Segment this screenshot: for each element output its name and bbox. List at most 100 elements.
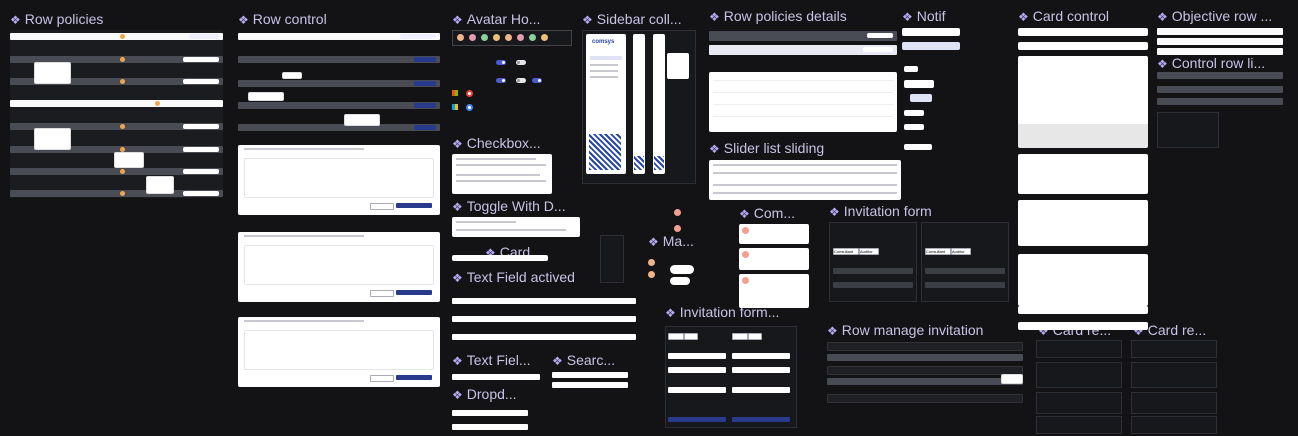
avatar[interactable] <box>493 34 500 41</box>
policy-row[interactable] <box>10 100 223 107</box>
auditor-tab[interactable] <box>684 333 698 340</box>
comment-card[interactable] <box>739 224 809 244</box>
card-re[interactable] <box>1131 416 1217 434</box>
avatar[interactable] <box>457 34 464 41</box>
search-field[interactable] <box>552 372 628 378</box>
avatar[interactable] <box>505 34 512 41</box>
email-field[interactable] <box>833 268 913 274</box>
sidebar-item[interactable] <box>590 64 618 66</box>
invitation-row[interactable] <box>827 378 1023 385</box>
invite-button[interactable] <box>668 417 726 422</box>
avatar[interactable] <box>674 209 681 216</box>
email-field[interactable] <box>732 353 790 359</box>
avatar[interactable] <box>529 34 536 41</box>
edit-button[interactable] <box>414 103 436 108</box>
description-textarea[interactable] <box>244 330 434 370</box>
slider-item[interactable] <box>713 184 897 186</box>
dropdown-option[interactable] <box>452 424 528 430</box>
edit-button[interactable] <box>414 57 436 62</box>
text-field-active[interactable] <box>452 316 636 322</box>
policy-row[interactable] <box>10 190 223 197</box>
table-row[interactable] <box>713 80 893 81</box>
avatar[interactable] <box>541 34 548 41</box>
cancel-editing-button[interactable] <box>370 375 394 382</box>
consultant-tab[interactable]: Consultant <box>833 248 859 255</box>
policy-row[interactable] <box>10 168 223 175</box>
control-card[interactable] <box>1018 108 1148 148</box>
control-card[interactable] <box>1018 28 1148 36</box>
control-row[interactable] <box>238 33 440 40</box>
details-row[interactable] <box>709 31 897 41</box>
google-icon[interactable] <box>466 90 473 97</box>
text-field[interactable] <box>452 374 540 380</box>
sidebar-item[interactable] <box>590 76 618 78</box>
control-card[interactable] <box>1018 154 1148 194</box>
avatar[interactable] <box>517 34 524 41</box>
search-field[interactable] <box>552 382 628 388</box>
control-card-expanded[interactable] <box>238 317 440 387</box>
role-field[interactable] <box>925 282 1005 288</box>
avatar[interactable] <box>469 34 476 41</box>
consultant-tab[interactable] <box>668 333 684 340</box>
control-row[interactable] <box>238 102 440 109</box>
google-icon[interactable] <box>466 104 473 111</box>
slider-item[interactable] <box>713 164 897 166</box>
description-textarea[interactable] <box>244 245 434 285</box>
avatar[interactable] <box>648 259 655 266</box>
table-row[interactable] <box>713 116 893 117</box>
toggle-switch[interactable] <box>496 60 506 65</box>
card-re[interactable] <box>1036 392 1122 414</box>
control-row-item[interactable] <box>1157 86 1283 93</box>
card-re[interactable] <box>1036 362 1122 388</box>
edit-button[interactable] <box>414 125 436 130</box>
details-row[interactable] <box>709 45 897 55</box>
control-row[interactable] <box>238 80 440 87</box>
message-field[interactable] <box>732 387 790 393</box>
slider-item[interactable] <box>713 172 897 174</box>
save-edited-button[interactable] <box>396 290 432 295</box>
invitation-row[interactable] <box>827 366 1023 375</box>
table-row[interactable] <box>713 92 893 93</box>
invite-button[interactable] <box>732 417 790 422</box>
comment-card[interactable] <box>739 248 809 270</box>
save-edited-button[interactable] <box>396 203 432 208</box>
avatar[interactable] <box>481 34 488 41</box>
auditor-tab[interactable] <box>748 333 762 340</box>
toggle-switch[interactable] <box>516 60 526 65</box>
message-field[interactable] <box>668 387 726 393</box>
control-row-item[interactable] <box>1157 72 1283 79</box>
control-row-item[interactable] <box>1157 98 1283 105</box>
notification-item[interactable] <box>902 28 960 36</box>
card-re[interactable] <box>1131 362 1217 388</box>
text-field-active[interactable] <box>452 298 636 304</box>
control-card-footer[interactable] <box>1018 306 1148 314</box>
consultant-tab[interactable]: Consultant <box>925 248 951 255</box>
microsoft-icon[interactable] <box>452 104 458 110</box>
slider-list[interactable] <box>709 160 901 200</box>
control-row[interactable] <box>238 124 440 131</box>
objective-row[interactable] <box>1157 28 1283 35</box>
add-evidence-button[interactable] <box>863 47 893 52</box>
toggle-switch[interactable] <box>516 78 526 83</box>
auditor-tab[interactable]: Auditor <box>859 248 879 255</box>
control-card-expanded[interactable] <box>238 145 440 215</box>
control-card[interactable] <box>1018 254 1148 306</box>
edit-button[interactable] <box>414 81 436 86</box>
cancel-editing-button[interactable] <box>370 290 394 297</box>
toggle-with-description[interactable] <box>452 217 580 237</box>
control-card[interactable] <box>1018 42 1148 50</box>
avatar-chip[interactable] <box>670 265 694 274</box>
card-re[interactable] <box>1036 416 1122 434</box>
description-textarea[interactable] <box>244 158 434 198</box>
slider-item[interactable] <box>713 192 897 194</box>
role-field[interactable] <box>732 367 790 373</box>
card-re[interactable] <box>1131 392 1217 414</box>
email-field[interactable] <box>925 268 1005 274</box>
notification-item[interactable] <box>902 42 960 50</box>
objective-row[interactable] <box>1157 38 1283 45</box>
table-row[interactable] <box>713 104 893 105</box>
card-re[interactable] <box>1036 340 1122 358</box>
invitation-row[interactable] <box>827 394 1023 403</box>
text-field-active[interactable] <box>452 334 636 340</box>
dropdown-menu[interactable] <box>1001 374 1023 384</box>
